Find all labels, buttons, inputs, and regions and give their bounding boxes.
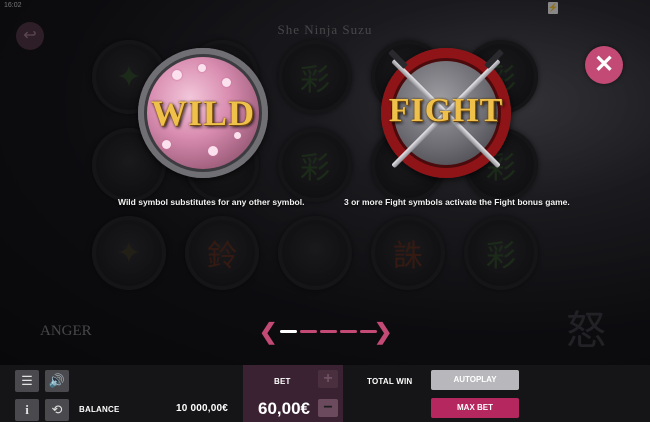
bet-label: BET — [274, 377, 291, 386]
blossom-decoration — [162, 140, 171, 149]
page-dot[interactable] — [280, 330, 297, 333]
menu-icon[interactable]: ☰ — [15, 370, 39, 392]
blossom-decoration — [198, 64, 206, 72]
info-overlay — [0, 0, 650, 365]
wild-symbol: WILD — [138, 48, 268, 178]
balance-label: BALANCE — [79, 405, 120, 414]
fight-label: FIGHT — [388, 92, 504, 129]
page-dot[interactable] — [320, 330, 337, 333]
fight-symbol: FIGHT — [381, 48, 511, 178]
balance-value: 10 000,00€ — [176, 403, 229, 414]
control-bar: ☰ 🔊 i ⟲ BALANCE 10 000,00€ BET 60,00€ + … — [0, 365, 650, 422]
next-page-icon[interactable]: ❯ — [374, 321, 392, 343]
page-dot[interactable] — [300, 330, 317, 333]
blossom-decoration — [222, 78, 231, 87]
bet-increase-button[interactable]: + — [318, 370, 338, 388]
total-win-label: TOTAL WIN — [367, 377, 413, 386]
history-icon[interactable]: ⟲ — [45, 399, 69, 421]
autoplay-button[interactable]: AUTOPLAY — [431, 370, 519, 390]
page-dot[interactable] — [340, 330, 357, 333]
bet-decrease-button[interactable]: − — [318, 399, 338, 417]
prev-page-icon[interactable]: ❮ — [259, 321, 277, 343]
wild-description: Wild symbol substitutes for any other sy… — [118, 197, 305, 207]
close-icon[interactable]: ✕ — [585, 46, 623, 84]
wild-label: WILD — [150, 93, 256, 133]
max-bet-button[interactable]: MAX BET — [431, 398, 519, 418]
blossom-decoration — [208, 146, 218, 156]
blossom-decoration — [172, 70, 182, 80]
speaker-icon[interactable]: 🔊 — [45, 370, 69, 392]
game-stage: 16:02 ⚡ ↩ She Ninja Suzu ✦✧彩彩彩彩✦鈴誅彩 ANGE… — [0, 0, 650, 365]
fight-description: 3 or more Fight symbols activate the Fig… — [344, 197, 570, 207]
info-button[interactable]: i — [15, 399, 39, 421]
bet-value: 60,00€ — [258, 399, 310, 418]
